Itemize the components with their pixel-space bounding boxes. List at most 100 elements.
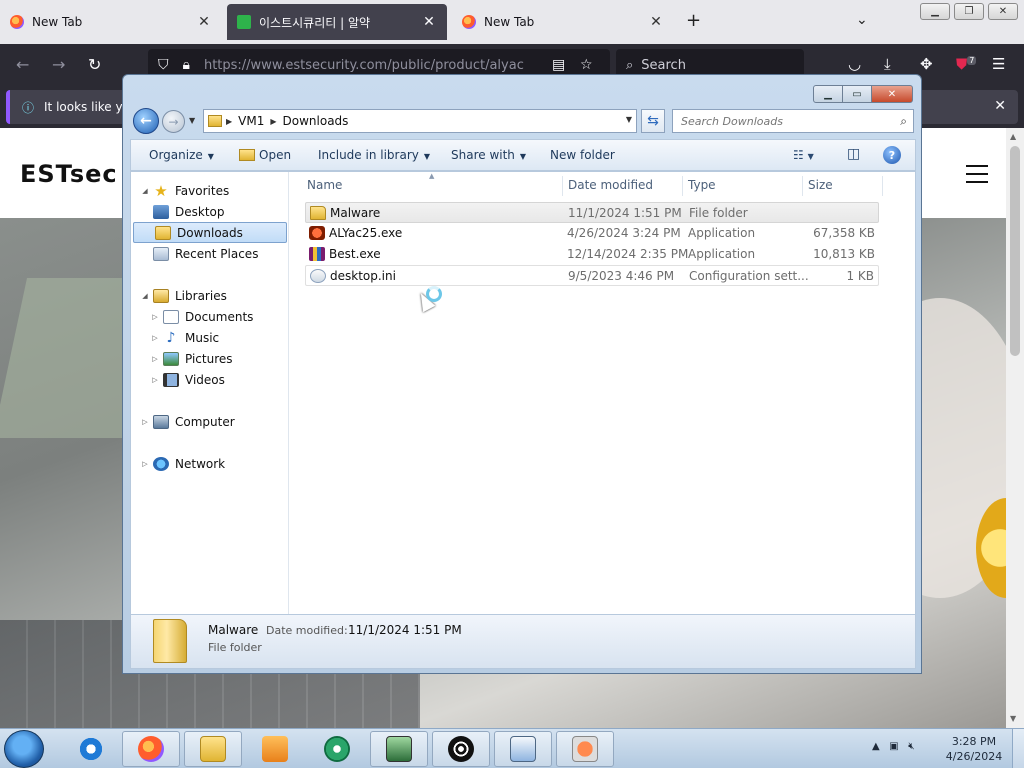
column-header-type[interactable]: Type bbox=[688, 178, 716, 192]
clock[interactable]: 3:28 PM 4/26/2024 bbox=[944, 734, 1004, 764]
taskbar-media-player[interactable] bbox=[246, 731, 304, 767]
back-arrow-icon[interactable]: ← bbox=[16, 55, 29, 74]
page-scrollbar[interactable]: ▲ ▼ bbox=[1006, 128, 1024, 728]
downloads-icon[interactable]: ⤓ bbox=[884, 55, 891, 73]
column-divider[interactable] bbox=[682, 176, 683, 196]
tab-estsecurity[interactable]: 이스트시큐리티 | 알약 ✕ bbox=[227, 4, 447, 40]
file-row-desktop-ini[interactable]: desktop.ini 9/5/2023 4:46 PM Configurati… bbox=[305, 265, 879, 286]
scroll-up-icon[interactable]: ▲ bbox=[1010, 132, 1016, 141]
search-downloads-box[interactable]: ⌕ bbox=[672, 109, 914, 133]
list-tabs-chevron-icon[interactable]: ⌄ bbox=[856, 12, 868, 28]
bookmark-star-icon[interactable]: ☆ bbox=[580, 57, 593, 73]
file-row-best[interactable]: Best.exe 12/14/2024 2:35 PM Application … bbox=[305, 244, 879, 265]
nav-videos[interactable]: ▷ Videos bbox=[131, 369, 289, 390]
taskbar-wordpad[interactable] bbox=[494, 731, 552, 767]
close-tab-icon[interactable]: ✕ bbox=[421, 14, 437, 30]
shield-icon[interactable]: ⛉ bbox=[158, 57, 169, 73]
taskbar-explorer[interactable] bbox=[184, 731, 242, 767]
file-row-alyac25[interactable]: ALYac25.exe 4/26/2024 3:24 PM Applicatio… bbox=[305, 223, 879, 244]
taskbar-firefox[interactable] bbox=[122, 731, 180, 767]
column-divider[interactable] bbox=[882, 176, 883, 196]
column-divider[interactable] bbox=[802, 176, 803, 196]
nav-favorites[interactable]: ◢ ★ Favorites bbox=[131, 180, 289, 201]
breadcrumb-separator-icon[interactable]: ▶ bbox=[270, 117, 276, 126]
column-header-name[interactable]: Name bbox=[307, 178, 342, 192]
menu-hamburger-icon[interactable]: ☰ bbox=[992, 55, 1005, 73]
details-date-value: 11/1/2024 1:51 PM bbox=[348, 623, 462, 637]
tab-new-tab-2[interactable]: New Tab ✕ bbox=[452, 4, 674, 40]
organize-button[interactable]: Organize ▼ bbox=[149, 148, 214, 162]
preview-pane-icon[interactable]: ◫ bbox=[847, 146, 860, 162]
nav-music[interactable]: ▷ ♪ Music bbox=[131, 327, 289, 348]
taskbar-installer[interactable] bbox=[556, 731, 614, 767]
expand-arrow-icon[interactable]: ▷ bbox=[149, 313, 161, 321]
tray-icons[interactable]: ▲ ▣ 🔇︎ bbox=[872, 741, 915, 752]
breadcrumb-separator-icon[interactable]: ▶ bbox=[226, 117, 232, 126]
show-desktop-button[interactable] bbox=[1012, 729, 1024, 768]
scrollbar-thumb[interactable] bbox=[1010, 146, 1020, 356]
collapse-arrow-icon[interactable]: ◢ bbox=[139, 187, 151, 195]
open-button[interactable]: Open bbox=[239, 148, 291, 162]
maximize-icon[interactable]: ▭ bbox=[842, 85, 872, 103]
change-view-icon[interactable]: ☷ ▼ bbox=[793, 148, 814, 162]
include-in-library-button[interactable]: Include in library ▼ bbox=[318, 148, 430, 162]
column-divider[interactable] bbox=[562, 176, 563, 196]
notification-close-icon[interactable]: ✕ bbox=[994, 98, 1006, 114]
pocket-icon[interactable]: ◡ bbox=[848, 55, 861, 73]
close-tab-icon[interactable]: ✕ bbox=[196, 14, 212, 30]
reload-icon[interactable]: ↻ bbox=[88, 55, 101, 74]
site-menu-icon[interactable] bbox=[966, 165, 988, 189]
restore-icon[interactable]: ❐ bbox=[954, 3, 984, 20]
nav-pictures[interactable]: ▷ Pictures bbox=[131, 348, 289, 369]
refresh-button[interactable]: ⇆ bbox=[641, 109, 665, 133]
windows-explorer-folder-icon bbox=[200, 736, 226, 762]
minimize-icon[interactable]: ▁ bbox=[920, 3, 950, 20]
close-window-icon[interactable]: ✕ bbox=[871, 85, 913, 103]
expand-arrow-icon[interactable]: ▷ bbox=[139, 418, 151, 426]
nav-documents[interactable]: ▷ Documents bbox=[131, 306, 289, 327]
back-button[interactable]: ← bbox=[133, 108, 159, 134]
breadcrumb-vm1[interactable]: VM1 bbox=[238, 114, 264, 128]
lock-icon[interactable]: 🔒︎ bbox=[183, 57, 190, 73]
expand-arrow-icon[interactable]: ▷ bbox=[149, 376, 161, 384]
share-with-button[interactable]: Share with ▼ bbox=[451, 148, 526, 162]
expand-arrow-icon[interactable]: ▷ bbox=[149, 355, 161, 363]
close-tab-icon[interactable]: ✕ bbox=[648, 14, 664, 30]
nav-recent-places[interactable]: Recent Places bbox=[131, 243, 289, 264]
ublock-icon[interactable]: ⛊ 7 bbox=[956, 55, 977, 73]
expand-arrow-icon[interactable]: ▷ bbox=[149, 334, 161, 342]
breadcrumb-downloads[interactable]: Downloads bbox=[283, 114, 349, 128]
nav-computer[interactable]: ▷ Computer bbox=[131, 411, 289, 432]
taskbar-task-manager[interactable] bbox=[370, 731, 428, 767]
nav-downloads[interactable]: Downloads bbox=[133, 222, 287, 243]
expand-arrow-icon[interactable]: ▷ bbox=[139, 460, 151, 468]
help-icon[interactable]: ? bbox=[883, 146, 901, 164]
nav-libraries[interactable]: ◢ Libraries bbox=[131, 285, 289, 306]
close-window-icon[interactable]: ✕ bbox=[988, 3, 1018, 20]
forward-button[interactable]: → bbox=[162, 110, 185, 133]
address-dropdown-icon[interactable]: ▼ bbox=[626, 115, 632, 124]
minimize-icon[interactable]: ▁ bbox=[813, 85, 843, 103]
file-row-malware[interactable]: Malware 11/1/2024 1:51 PM File folder bbox=[305, 202, 879, 223]
search-icon[interactable]: ⌕ bbox=[900, 114, 907, 129]
address-bar[interactable]: ▶ VM1 ▶ Downloads ▼ bbox=[203, 109, 637, 133]
nav-desktop[interactable]: Desktop bbox=[131, 201, 289, 222]
start-button-windows-icon[interactable] bbox=[4, 730, 44, 768]
recent-pages-dropdown-icon[interactable]: ▼ bbox=[189, 116, 195, 125]
taskbar-internet-explorer[interactable] bbox=[62, 731, 120, 767]
scroll-down-icon[interactable]: ▼ bbox=[1010, 714, 1016, 723]
new-tab-plus-icon[interactable]: + bbox=[686, 10, 701, 31]
new-folder-button[interactable]: New folder bbox=[550, 148, 615, 162]
tab-new-tab-1[interactable]: New Tab ✕ bbox=[0, 4, 222, 40]
site-logo[interactable]: ESTsec bbox=[20, 160, 118, 188]
nav-network[interactable]: ▷ Network bbox=[131, 453, 289, 474]
collapse-arrow-icon[interactable]: ◢ bbox=[139, 292, 151, 300]
taskbar-app-green[interactable] bbox=[308, 731, 366, 767]
forward-arrow-icon[interactable]: → bbox=[52, 55, 65, 74]
extensions-icon[interactable]: ✥ bbox=[920, 55, 933, 73]
reader-view-icon[interactable]: ▤ bbox=[552, 57, 565, 73]
search-downloads-input[interactable] bbox=[681, 114, 881, 128]
column-header-date[interactable]: Date modified bbox=[568, 178, 653, 192]
taskbar-film-reel[interactable] bbox=[432, 731, 490, 767]
column-header-size[interactable]: Size bbox=[808, 178, 833, 192]
